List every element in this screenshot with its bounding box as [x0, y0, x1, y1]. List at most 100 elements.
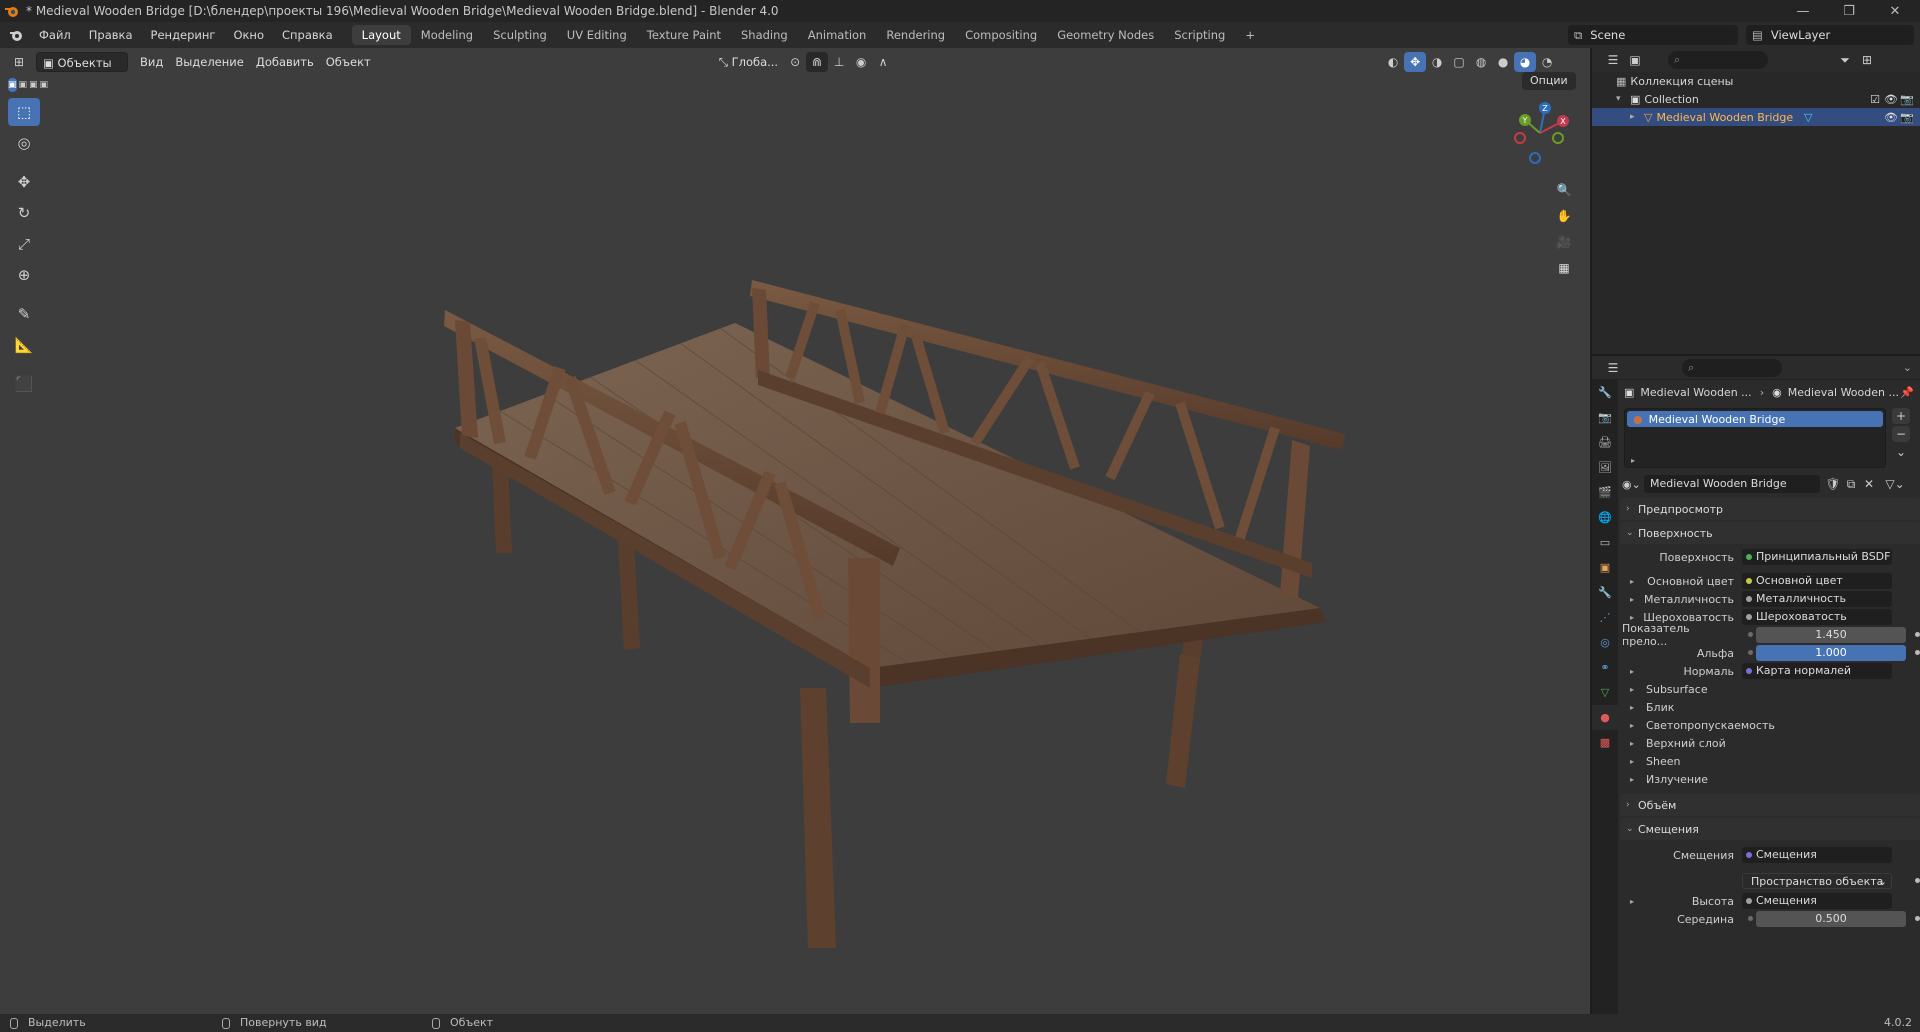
- transform-orientation-dropdown[interactable]: ⤡ Глоба...: [713, 52, 784, 72]
- annotate-icon[interactable]: ✎: [8, 300, 40, 328]
- gizmo-toggle-icon[interactable]: ✥: [1404, 52, 1427, 72]
- scene-selector[interactable]: ⧉ Scene: [1568, 25, 1738, 45]
- keyframe-dot-icon[interactable]: [1915, 916, 1920, 921]
- solid-shading-icon[interactable]: ●: [1492, 52, 1514, 72]
- 3d-viewport[interactable]: ⊞ ▣ Объекты Вид Выделение Добавить Объек…: [0, 48, 1590, 1014]
- xray-icon[interactable]: ▢: [1448, 52, 1470, 72]
- fake-user-icon[interactable]: 🛡: [1824, 474, 1842, 494]
- rotate-icon[interactable]: ↻: [8, 199, 40, 227]
- filter-icon[interactable]: ⏷: [1834, 50, 1856, 70]
- slot-expand-arrow-icon[interactable]: ▸: [1631, 456, 1635, 465]
- falloff-icon[interactable]: ∧: [872, 52, 894, 72]
- properties-options-chevron-icon[interactable]: ⌄: [1903, 361, 1912, 374]
- menu-edit[interactable]: Правка: [80, 22, 142, 48]
- height-field[interactable]: Смещения: [1742, 893, 1892, 909]
- pan-icon[interactable]: ✋: [1552, 204, 1576, 228]
- displacement-field[interactable]: Смещения: [1742, 847, 1892, 863]
- tab-animation[interactable]: Animation: [798, 25, 877, 45]
- select-extend-icon[interactable]: ▣: [19, 78, 28, 92]
- menu-add[interactable]: Добавить: [250, 52, 320, 72]
- display-mode-icon[interactable]: ▣: [1624, 50, 1646, 70]
- particles-tab-icon[interactable]: ⋰: [1592, 605, 1618, 630]
- cursor-icon[interactable]: ◎: [8, 129, 40, 157]
- select-subtract-icon[interactable]: ▣: [29, 78, 38, 92]
- preview-panel-header[interactable]: › Предпросмотр: [1620, 498, 1920, 520]
- minimize-button[interactable]: —: [1780, 0, 1826, 22]
- exclude-checkbox-icon[interactable]: ☑: [1870, 93, 1880, 106]
- options-dropdown[interactable]: Опции: [1522, 72, 1576, 90]
- normal-field[interactable]: Карта нормалей: [1742, 663, 1892, 679]
- slot-menu-icon[interactable]: ⌄: [1892, 444, 1910, 460]
- maximize-button[interactable]: ❐: [1826, 0, 1872, 22]
- transform-icon[interactable]: ⊕: [8, 261, 40, 289]
- tab-geometry-nodes[interactable]: Geometry Nodes: [1047, 25, 1164, 45]
- select-intersect-icon[interactable]: ▣: [40, 78, 49, 92]
- constraints-tab-icon[interactable]: ⚭: [1592, 655, 1618, 680]
- bridge-model[interactable]: [444, 280, 1345, 948]
- keyframe-dot-icon[interactable]: [1915, 878, 1920, 883]
- tab-scripting[interactable]: Scripting: [1164, 25, 1235, 45]
- rendered-shading-icon[interactable]: ◔: [1536, 52, 1558, 72]
- socket-dot-icon[interactable]: [1748, 632, 1753, 637]
- outliner-editor-icon[interactable]: ☰: [1602, 50, 1624, 70]
- select-new-icon[interactable]: ▣: [8, 78, 17, 92]
- remove-slot-icon[interactable]: −: [1892, 426, 1910, 442]
- subsurface-subpanel[interactable]: ▸ Subsurface: [1620, 680, 1920, 698]
- ior-slider[interactable]: 1.450: [1756, 627, 1906, 643]
- close-window-button[interactable]: ✕: [1872, 0, 1918, 22]
- socket-dot-icon[interactable]: [1748, 916, 1753, 921]
- world-tab-icon[interactable]: 🌐: [1592, 505, 1618, 530]
- editor-type-icon[interactable]: ⊞: [8, 52, 30, 72]
- alpha-slider[interactable]: 1.000: [1756, 645, 1906, 661]
- blender-menu-icon[interactable]: [8, 27, 24, 43]
- physics-tab-icon[interactable]: ◎: [1592, 630, 1618, 655]
- scale-icon[interactable]: ⤢: [8, 230, 40, 258]
- mesh-data-icon[interactable]: ▽: [1804, 111, 1812, 124]
- outliner-search-input[interactable]: ⌕: [1668, 51, 1768, 69]
- overlay-icon[interactable]: ◑: [1426, 52, 1448, 72]
- displacement-panel-header[interactable]: ⌄ Смещения: [1620, 818, 1920, 840]
- eye-icon[interactable]: 👁: [1884, 93, 1898, 106]
- view-layer-tab-icon[interactable]: 🖼: [1592, 455, 1618, 480]
- base-color-field[interactable]: Основной цвет: [1742, 573, 1892, 589]
- tool-tab-icon[interactable]: 🔧: [1592, 380, 1618, 405]
- menu-select[interactable]: Выделение: [169, 52, 250, 72]
- volume-panel-header[interactable]: › Объём: [1620, 794, 1920, 816]
- properties-search-input[interactable]: ⌕: [1682, 358, 1782, 377]
- expand-arrow-icon[interactable]: ▸: [1630, 613, 1634, 622]
- tab-layout[interactable]: Layout: [351, 25, 411, 45]
- tab-texture-paint[interactable]: Texture Paint: [637, 25, 731, 45]
- expand-arrow-icon[interactable]: ▸: [1630, 112, 1644, 122]
- roughness-field[interactable]: Шероховатость: [1742, 609, 1892, 625]
- zoom-icon[interactable]: 🔍: [1552, 178, 1576, 202]
- snap-target-icon[interactable]: ⊥: [828, 52, 850, 72]
- sheen-subpanel[interactable]: ▸ Sheen: [1620, 752, 1920, 770]
- emission-subpanel[interactable]: ▸ Излучение: [1620, 770, 1920, 788]
- select-box-icon[interactable]: ⬚: [8, 98, 40, 126]
- render-camera-icon[interactable]: 📷: [1900, 111, 1914, 124]
- tab-modeling[interactable]: Modeling: [411, 25, 483, 45]
- material-shading-icon[interactable]: ◕: [1514, 52, 1537, 72]
- expand-arrow-icon[interactable]: ▸: [1630, 667, 1634, 676]
- mode-dropdown[interactable]: ▣ Объекты: [36, 52, 128, 72]
- new-collection-icon[interactable]: ⊞: [1856, 50, 1878, 70]
- properties-editor-icon[interactable]: ☰: [1602, 358, 1624, 378]
- add-cube-icon[interactable]: ⬛: [8, 370, 40, 398]
- camera-view-icon[interactable]: 🎥: [1552, 230, 1576, 254]
- tab-uv-editing[interactable]: UV Editing: [557, 25, 637, 45]
- move-icon[interactable]: ✥: [8, 168, 40, 196]
- visibility-icon[interactable]: ◐: [1382, 52, 1404, 72]
- socket-dot-icon[interactable]: [1748, 650, 1753, 655]
- render-camera-icon[interactable]: 📷: [1900, 93, 1914, 106]
- menu-help[interactable]: Справка: [273, 22, 342, 48]
- navigation-gizmo[interactable]: Z X Y: [1505, 98, 1575, 168]
- perspective-icon[interactable]: ▦: [1552, 256, 1576, 280]
- keyframe-dot-icon[interactable]: [1915, 632, 1920, 637]
- menu-object[interactable]: Объект: [320, 52, 377, 72]
- expand-arrow-icon[interactable]: ▸: [1630, 577, 1634, 586]
- pin-icon[interactable]: 📌: [1900, 386, 1914, 399]
- pivot-icon[interactable]: ⊙: [784, 52, 806, 72]
- texture-tab-icon[interactable]: ▩: [1592, 730, 1618, 755]
- outliner-object-bridge[interactable]: ▸ ▽ Medieval Wooden Bridge ▽ 👁 📷: [1592, 108, 1920, 126]
- transmission-subpanel[interactable]: ▸ Светопропускаемость: [1620, 716, 1920, 734]
